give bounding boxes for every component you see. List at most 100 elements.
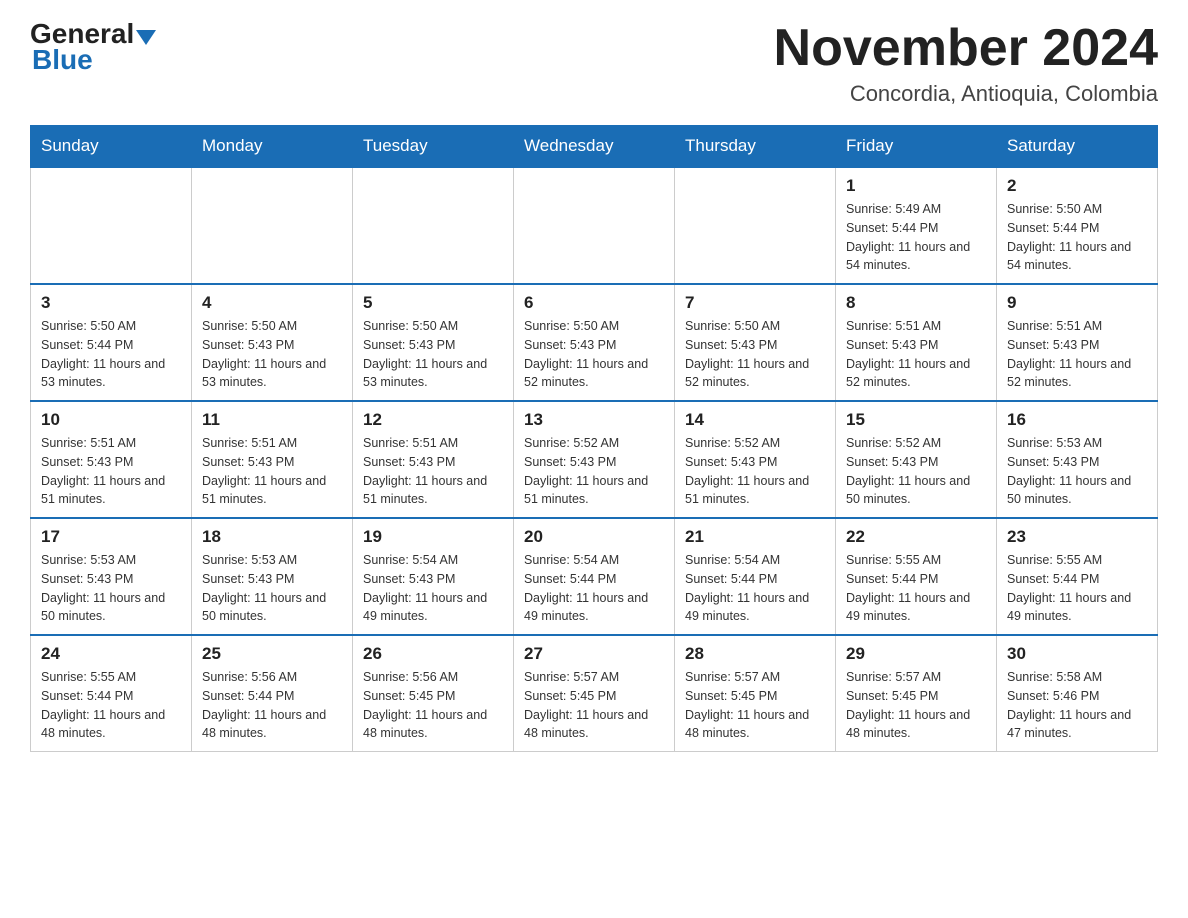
calendar-cell: 20 Sunrise: 5:54 AMSunset: 5:44 PMDayligh… (514, 518, 675, 635)
day-info: Sunrise: 5:50 AMSunset: 5:44 PMDaylight:… (1007, 200, 1147, 275)
calendar-cell: 13 Sunrise: 5:52 AMSunset: 5:43 PMDayligh… (514, 401, 675, 518)
calendar-cell: 24 Sunrise: 5:55 AMSunset: 5:44 PMDayligh… (31, 635, 192, 752)
day-number: 16 (1007, 410, 1147, 430)
day-info: Sunrise: 5:52 AMSunset: 5:43 PMDaylight:… (846, 434, 986, 509)
day-number: 17 (41, 527, 181, 547)
day-number: 11 (202, 410, 342, 430)
day-header-saturday: Saturday (997, 126, 1158, 168)
calendar-cell: 17Sunrise: 5:53 AMSunset: 5:43 PMDayligh… (31, 518, 192, 635)
day-info: Sunrise: 5:55 AMSunset: 5:44 PMDaylight:… (846, 551, 986, 626)
day-info: Sunrise: 5:51 AMSunset: 5:43 PMDaylight:… (1007, 317, 1147, 392)
day-info: Sunrise: 5:54 AMSunset: 5:44 PMDaylight:… (524, 551, 664, 626)
day-number: 20 (524, 527, 664, 547)
logo-blue: Blue (32, 44, 93, 76)
calendar-cell: 16Sunrise: 5:53 AMSunset: 5:43 PMDayligh… (997, 401, 1158, 518)
day-number: 15 (846, 410, 986, 430)
day-number: 13 (524, 410, 664, 430)
day-info: Sunrise: 5:58 AMSunset: 5:46 PMDaylight:… (1007, 668, 1147, 743)
month-title: November 2024 (774, 20, 1158, 77)
day-header-monday: Monday (192, 126, 353, 168)
day-info: Sunrise: 5:50 AMSunset: 5:44 PMDaylight:… (41, 317, 181, 392)
day-number: 1 (846, 176, 986, 196)
day-number: 3 (41, 293, 181, 313)
day-number: 14 (685, 410, 825, 430)
day-info: Sunrise: 5:50 AMSunset: 5:43 PMDaylight:… (363, 317, 503, 392)
calendar-cell: 19 Sunrise: 5:54 AMSunset: 5:43 PMDayligh… (353, 518, 514, 635)
day-number: 21 (685, 527, 825, 547)
day-number: 10 (41, 410, 181, 430)
day-number: 30 (1007, 644, 1147, 664)
day-info: Sunrise: 5:51 AMSunset: 5:43 PMDaylight:… (41, 434, 181, 509)
calendar-cell: 30 Sunrise: 5:58 AMSunset: 5:46 PMDayligh… (997, 635, 1158, 752)
calendar-cell: 1 Sunrise: 5:49 AMSunset: 5:44 PMDaylight… (836, 167, 997, 284)
calendar-cell: 11 Sunrise: 5:51 AMSunset: 5:43 PMDayligh… (192, 401, 353, 518)
title-area: November 2024 Concordia, Antioquia, Colo… (774, 20, 1158, 107)
calendar-cell: 2 Sunrise: 5:50 AMSunset: 5:44 PMDaylight… (997, 167, 1158, 284)
logo: General Blue (30, 20, 156, 76)
calendar-cell: 5 Sunrise: 5:50 AMSunset: 5:43 PMDaylight… (353, 284, 514, 401)
page-header: General Blue November 2024 Concordia, An… (30, 20, 1158, 107)
day-header-friday: Friday (836, 126, 997, 168)
day-number: 24 (41, 644, 181, 664)
day-info: Sunrise: 5:53 AMSunset: 5:43 PMDaylight:… (202, 551, 342, 626)
day-number: 7 (685, 293, 825, 313)
day-number: 28 (685, 644, 825, 664)
calendar-cell: 23 Sunrise: 5:55 AMSunset: 5:44 PMDayligh… (997, 518, 1158, 635)
day-number: 23 (1007, 527, 1147, 547)
calendar-week-row: 1 Sunrise: 5:49 AMSunset: 5:44 PMDaylight… (31, 167, 1158, 284)
day-number: 12 (363, 410, 503, 430)
calendar-cell (514, 167, 675, 284)
day-header-thursday: Thursday (675, 126, 836, 168)
day-number: 18 (202, 527, 342, 547)
calendar-cell: 21 Sunrise: 5:54 AMSunset: 5:44 PMDayligh… (675, 518, 836, 635)
calendar-cell: 6 Sunrise: 5:50 AMSunset: 5:43 PMDaylight… (514, 284, 675, 401)
calendar-cell: 12 Sunrise: 5:51 AMSunset: 5:43 PMDayligh… (353, 401, 514, 518)
day-info: Sunrise: 5:51 AMSunset: 5:43 PMDaylight:… (202, 434, 342, 509)
logo-arrow-icon (136, 30, 156, 45)
calendar-cell: 27Sunrise: 5:57 AMSunset: 5:45 PMDayligh… (514, 635, 675, 752)
day-number: 4 (202, 293, 342, 313)
day-number: 5 (363, 293, 503, 313)
day-number: 6 (524, 293, 664, 313)
day-info: Sunrise: 5:49 AMSunset: 5:44 PMDaylight:… (846, 200, 986, 275)
calendar-week-row: 3 Sunrise: 5:50 AMSunset: 5:44 PMDaylight… (31, 284, 1158, 401)
day-info: Sunrise: 5:56 AMSunset: 5:44 PMDaylight:… (202, 668, 342, 743)
calendar-cell: 28 Sunrise: 5:57 AMSunset: 5:45 PMDayligh… (675, 635, 836, 752)
day-info: Sunrise: 5:54 AMSunset: 5:44 PMDaylight:… (685, 551, 825, 626)
calendar-cell: 3 Sunrise: 5:50 AMSunset: 5:44 PMDaylight… (31, 284, 192, 401)
calendar-cell: 18 Sunrise: 5:53 AMSunset: 5:43 PMDayligh… (192, 518, 353, 635)
calendar-table: SundayMondayTuesdayWednesdayThursdayFrid… (30, 125, 1158, 752)
day-header-sunday: Sunday (31, 126, 192, 168)
calendar-cell: 10 Sunrise: 5:51 AMSunset: 5:43 PMDayligh… (31, 401, 192, 518)
day-info: Sunrise: 5:50 AMSunset: 5:43 PMDaylight:… (202, 317, 342, 392)
calendar-cell: 22 Sunrise: 5:55 AMSunset: 5:44 PMDayligh… (836, 518, 997, 635)
day-number: 9 (1007, 293, 1147, 313)
day-number: 2 (1007, 176, 1147, 196)
calendar-week-row: 17 Sunrise: 5:53 AMSunset: 5:43 PMDayligh… (31, 518, 1158, 635)
calendar-cell: 15 Sunrise: 5:52 AMSunset: 5:43 PMDayligh… (836, 401, 997, 518)
calendar-cell: 8Sunrise: 5:51 AMSunset: 5:43 PMDaylight… (836, 284, 997, 401)
calendar-cell: 14Sunrise: 5:52 AMSunset: 5:43 PMDayligh… (675, 401, 836, 518)
day-number: 25 (202, 644, 342, 664)
calendar-cell (675, 167, 836, 284)
day-info: Sunrise: 5:50 AMSunset: 5:43 PMDaylight:… (524, 317, 664, 392)
calendar-cell: 9 Sunrise: 5:51 AMSunset: 5:43 PMDaylight… (997, 284, 1158, 401)
day-number: 22 (846, 527, 986, 547)
day-number: 27 (524, 644, 664, 664)
day-info: Sunrise: 5:54 AMSunset: 5:43 PMDaylight:… (363, 551, 503, 626)
day-info: Sunrise: 5:52 AMSunset: 5:43 PMDaylight:… (524, 434, 664, 509)
day-info: Sunrise: 5:57 AMSunset: 5:45 PMDaylight:… (685, 668, 825, 743)
day-info: Sunrise: 5:56 AMSunset: 5:45 PMDaylight:… (363, 668, 503, 743)
day-info: Sunrise: 5:51 AMSunset: 5:43 PMDaylight:… (363, 434, 503, 509)
day-number: 8 (846, 293, 986, 313)
day-info: Sunrise: 5:55 AMSunset: 5:44 PMDaylight:… (41, 668, 181, 743)
calendar-header-row: SundayMondayTuesdayWednesdayThursdayFrid… (31, 126, 1158, 168)
day-info: Sunrise: 5:50 AMSunset: 5:43 PMDaylight:… (685, 317, 825, 392)
calendar-cell: 26Sunrise: 5:56 AMSunset: 5:45 PMDayligh… (353, 635, 514, 752)
day-number: 19 (363, 527, 503, 547)
calendar-cell: 29Sunrise: 5:57 AMSunset: 5:45 PMDayligh… (836, 635, 997, 752)
calendar-cell: 7 Sunrise: 5:50 AMSunset: 5:43 PMDaylight… (675, 284, 836, 401)
day-info: Sunrise: 5:57 AMSunset: 5:45 PMDaylight:… (846, 668, 986, 743)
calendar-cell: 4 Sunrise: 5:50 AMSunset: 5:43 PMDaylight… (192, 284, 353, 401)
day-info: Sunrise: 5:55 AMSunset: 5:44 PMDaylight:… (1007, 551, 1147, 626)
